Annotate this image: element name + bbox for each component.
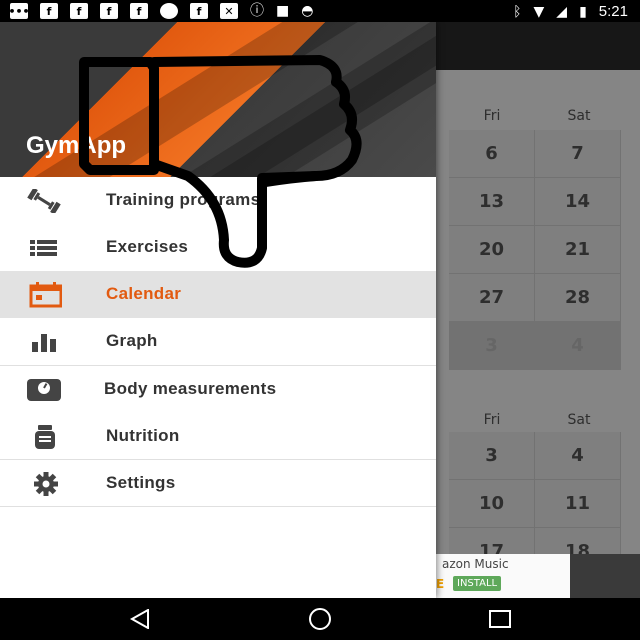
system-icons: ᛒ ▼ ◢ ▮ 5:21 xyxy=(513,3,628,20)
battery-charging-icon: ▮ xyxy=(579,3,587,20)
no-signal-icon: ◢ xyxy=(556,3,568,20)
jar-icon xyxy=(26,423,66,451)
drawer-item-label: Training programs xyxy=(106,190,261,209)
drawer-item-label: Body measurements xyxy=(104,379,277,398)
lock-icon: ■ xyxy=(276,3,290,19)
recents-button[interactable] xyxy=(480,606,520,632)
facebook-icon: f xyxy=(70,3,88,19)
scale-icon xyxy=(26,376,66,404)
ad-banner[interactable]: azon Music E INSTALL xyxy=(436,554,570,598)
drawer-item-training-programs[interactable]: Training programs xyxy=(0,177,436,224)
android-icon: ◓ xyxy=(301,3,314,19)
dumbbell-icon xyxy=(26,187,66,215)
bar-chart-icon xyxy=(26,328,66,356)
ad-install-button[interactable]: INSTALL xyxy=(453,576,502,591)
notification-icons: ••• f f f f f ✕ ⓘ ■ ◓ xyxy=(8,3,314,19)
drawer-item-nutrition[interactable]: Nutrition xyxy=(0,413,436,460)
gym-app-icon: ✕ xyxy=(220,3,238,19)
more-icon: ••• xyxy=(8,3,30,19)
drawer-item-graph[interactable]: Graph xyxy=(0,318,436,365)
navigation-drawer: GymApp Training programs Exercises Calen… xyxy=(0,22,436,598)
app-name: GymApp xyxy=(26,132,127,159)
drawer-item-label: Graph xyxy=(106,331,158,350)
facebook-icon: f xyxy=(100,3,118,19)
status-bar: ••• f f f f f ✕ ⓘ ■ ◓ ᛒ ▼ ◢ ▮ 5:21 xyxy=(0,0,640,22)
drawer-item-label: Settings xyxy=(106,473,176,492)
facebook-icon: f xyxy=(40,3,58,19)
circle-icon xyxy=(160,3,178,19)
ad-side-panel xyxy=(570,554,640,598)
alert-icon: ⓘ xyxy=(250,3,264,19)
calendar-icon xyxy=(26,281,66,309)
home-button[interactable] xyxy=(300,606,340,632)
system-navigation-bar xyxy=(0,598,640,640)
drawer-item-exercises[interactable]: Exercises xyxy=(0,224,436,271)
drawer-item-label: Exercises xyxy=(106,237,189,256)
bluetooth-icon: ᛒ xyxy=(513,3,522,20)
ad-rating: E xyxy=(436,577,445,591)
drawer-item-calendar[interactable]: Calendar xyxy=(0,271,436,318)
facebook-icon: f xyxy=(130,3,148,19)
wifi-icon: ▼ xyxy=(533,3,545,20)
drawer-item-settings[interactable]: Settings xyxy=(0,460,436,507)
drawer-item-body-measurements[interactable]: Body measurements xyxy=(0,366,436,413)
gear-icon xyxy=(26,470,66,498)
ad-title: azon Music xyxy=(442,557,509,571)
back-button[interactable] xyxy=(120,606,160,632)
clock: 5:21 xyxy=(598,3,628,20)
drawer-header: GymApp xyxy=(0,22,436,177)
drawer-item-label: Nutrition xyxy=(106,426,180,445)
drawer-item-label: Calendar xyxy=(106,284,182,303)
recents-icon xyxy=(489,610,511,628)
facebook-icon: f xyxy=(190,3,208,19)
home-icon xyxy=(309,608,331,630)
back-icon xyxy=(129,609,149,629)
list-icon xyxy=(26,234,66,262)
drawer-divider xyxy=(0,506,436,507)
